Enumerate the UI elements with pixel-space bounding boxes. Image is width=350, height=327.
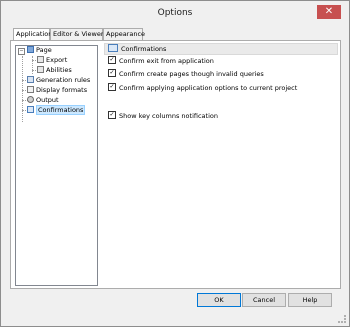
options-tree[interactable]: − Page Export Abilities Generation rules… — [15, 45, 98, 286]
tree-item-confirmations[interactable]: Confirmations — [27, 105, 86, 115]
tree-item-abilities[interactable]: Abilities — [37, 65, 72, 75]
tree-item-display-formats[interactable]: Display formats — [27, 85, 88, 95]
option-confirm-create-pages[interactable]: ✓ Confirm create pages though invalid que… — [108, 69, 264, 79]
ok-button[interactable]: OK — [197, 293, 241, 307]
title-bar[interactable]: Options ✕ — [1, 1, 349, 27]
tree-item-label: Page — [36, 46, 52, 54]
tree-item-label: Display formats — [36, 86, 88, 94]
confirmations-icon — [108, 44, 118, 52]
cancel-button[interactable]: Cancel — [242, 293, 286, 307]
tree-item-generation-rules[interactable]: Generation rules — [27, 75, 91, 85]
tree-item-label: Abilities — [46, 66, 72, 74]
generation-rules-icon — [27, 75, 34, 83]
tree-collapse-toggle[interactable]: − — [18, 48, 25, 55]
confirmations-icon — [27, 105, 34, 113]
display-formats-icon — [27, 85, 34, 93]
page-icon — [27, 45, 34, 53]
window-title: Options — [157, 8, 193, 18]
tab-appearance[interactable]: Appearance — [103, 28, 145, 40]
settings-content: Confirmations ✓ Confirm exit from applica… — [102, 41, 340, 288]
checkbox-confirm-applying-options[interactable]: ✓ — [108, 83, 116, 91]
checkbox-confirm-exit[interactable]: ✓ — [108, 56, 116, 64]
option-show-key-columns[interactable]: ✓ Show key columns notification — [108, 111, 218, 121]
tree-item-export[interactable]: Export — [37, 55, 68, 65]
tree-item-label: Generation rules — [36, 76, 91, 84]
resize-grip[interactable] — [338, 315, 346, 323]
checkbox-show-key-columns[interactable]: ✓ — [108, 111, 116, 119]
tree-line — [32, 56, 33, 74]
export-icon — [37, 55, 44, 63]
option-confirm-exit[interactable]: ✓ Confirm exit from application — [108, 56, 214, 66]
output-icon — [27, 95, 34, 103]
option-confirm-applying-options[interactable]: ✓ Confirm applying application options to… — [108, 83, 298, 93]
tree-item-label: Export — [46, 56, 68, 64]
options-dialog: Options ✕ Application Editor & Viewers A… — [0, 0, 350, 327]
tree-item-page[interactable]: Page — [27, 45, 52, 55]
option-label: Confirm exit from application — [119, 57, 214, 65]
tree-item-label: Confirmations — [36, 105, 86, 115]
option-label: Confirm applying application options to … — [119, 84, 298, 92]
tab-panel-application: − Page Export Abilities Generation rules… — [10, 40, 341, 289]
abilities-icon — [37, 65, 44, 73]
option-label: Show key columns notification — [119, 112, 218, 120]
tree-item-output[interactable]: Output — [27, 95, 59, 105]
tab-editor-viewers[interactable]: Editor & Viewers — [50, 28, 107, 40]
section-title: Confirmations — [121, 45, 167, 53]
section-header: Confirmations — [104, 43, 338, 55]
tree-line — [22, 56, 23, 122]
tree-item-label: Output — [36, 96, 59, 104]
close-button[interactable]: ✕ — [317, 5, 341, 19]
checkbox-confirm-create-pages[interactable]: ✓ — [108, 69, 116, 77]
help-button[interactable]: Help — [288, 293, 332, 307]
option-label: Confirm create pages though invalid quer… — [119, 70, 264, 78]
